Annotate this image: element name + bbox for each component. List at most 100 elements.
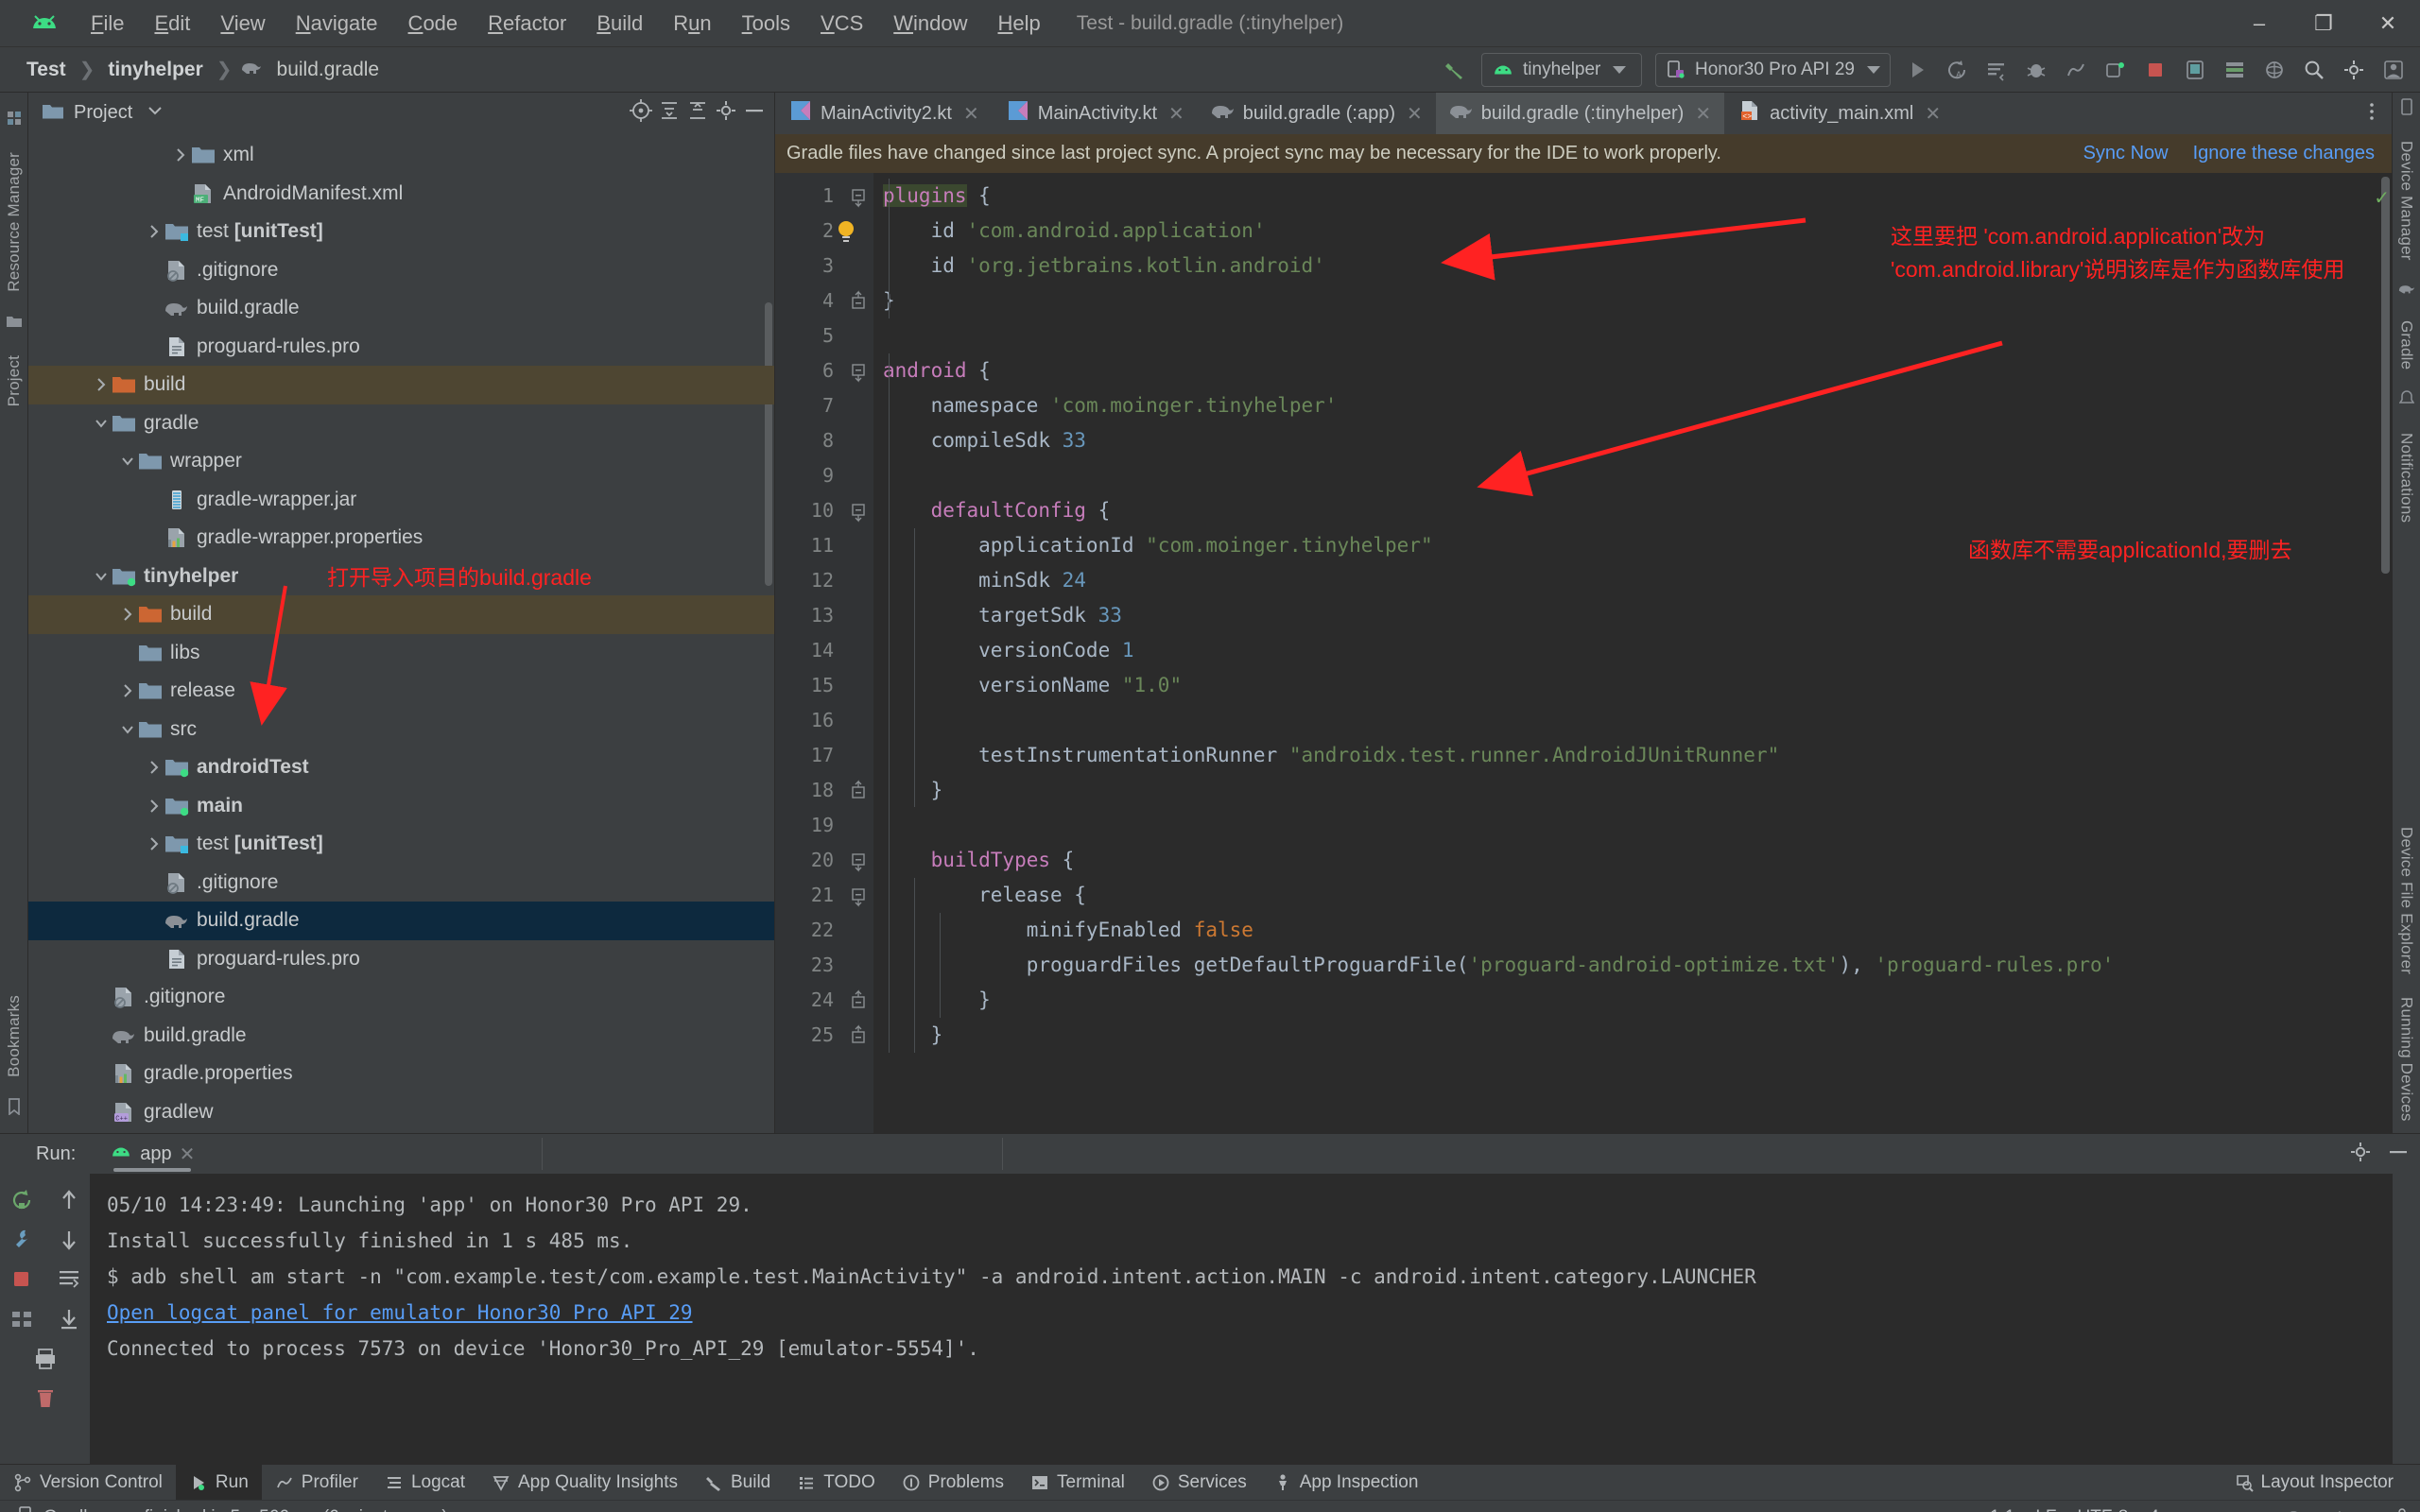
tool-window-logcat[interactable]: Logcat (372, 1465, 478, 1501)
tool-window-app-quality-insights[interactable]: App Quality Insights (478, 1465, 691, 1501)
tool-window-app-inspection[interactable]: App Inspection (1260, 1465, 1432, 1501)
chevron-right-icon[interactable] (144, 757, 164, 778)
device-selector[interactable]: Honor30 Pro API 29 (1655, 53, 1891, 87)
print-icon[interactable] (26, 1340, 64, 1378)
right-tool-rail[interactable]: Device Manager Gradle Notifications Devi… (2392, 93, 2420, 1133)
rail-label-device-file-explorer[interactable]: Device File Explorer (2397, 816, 2416, 986)
editor-tab[interactable]: MainActivity.kt ✕ (993, 93, 1198, 134)
tree-row[interactable]: xml (28, 136, 774, 175)
fold-gutter[interactable] (843, 173, 873, 1133)
apply-code-changes-icon[interactable] (1978, 51, 2015, 89)
project-icon[interactable] (6, 313, 23, 335)
event-log-icon[interactable] (15, 1505, 34, 1512)
editor-tab[interactable]: build.gradle (:tinyhelper) ✕ (1435, 93, 1725, 134)
code-line[interactable]: release { (873, 878, 2392, 913)
gear-icon[interactable] (2335, 51, 2373, 89)
apply-changes-icon[interactable]: A (1938, 51, 1976, 89)
chevron-down-icon[interactable] (91, 413, 112, 434)
tool-window-version-control[interactable]: Version Control (0, 1465, 176, 1501)
chevron-right-icon[interactable] (117, 680, 138, 701)
tool-window-problems[interactable]: Problems (889, 1465, 1017, 1501)
window-controls[interactable]: – ❐ ✕ (2227, 0, 2420, 47)
tree-row[interactable]: build (28, 366, 774, 404)
gear-icon[interactable] (2348, 1140, 2373, 1169)
more-options-icon[interactable] (2361, 101, 2382, 127)
code-line[interactable] (873, 458, 2392, 493)
tree-row[interactable]: androidTest (28, 748, 774, 787)
tree-row[interactable]: tinyhelper (28, 558, 774, 596)
chevron-right-icon[interactable] (144, 796, 164, 816)
code-line[interactable]: } (873, 284, 2392, 318)
breadcrumb-item-module[interactable]: tinyhelper (102, 57, 208, 83)
editor-tab[interactable]: MainActivity2.kt ✕ (775, 93, 993, 134)
fold-toggle-icon[interactable] (843, 353, 873, 388)
tree-row[interactable]: proguard-rules.pro (28, 940, 774, 979)
code-line[interactable]: targetSdk 33 (873, 598, 2392, 633)
rail-label-device-manager[interactable]: Device Manager (2397, 129, 2416, 272)
close-icon[interactable]: ✕ (1168, 102, 1184, 126)
status-bar-right[interactable]: 1:1 LF UTF-8 4 spaces CSDN @wu_ming12 (1990, 1506, 2411, 1512)
select-opened-file-icon[interactable] (629, 98, 653, 128)
chevron-right-icon[interactable] (144, 833, 164, 854)
hide-panel-icon[interactable] (2386, 1140, 2411, 1169)
profiler-icon[interactable] (2057, 51, 2095, 89)
code-line[interactable]: versionName "1.0" (873, 668, 2392, 703)
run-console[interactable]: 05/10 14:23:49: Launching 'app' on Honor… (90, 1174, 2392, 1464)
tool-window-services[interactable]: Services (1138, 1465, 1260, 1501)
tool-window-bar[interactable]: Version Control Run Profiler Logcat App … (0, 1464, 2420, 1501)
tree-row[interactable]: gradle (28, 404, 774, 443)
breadcrumb-item-file[interactable]: build.gradle (271, 57, 386, 83)
wrench-icon[interactable] (3, 1221, 41, 1259)
tree-row[interactable]: release (28, 672, 774, 711)
menu-item-view[interactable]: View (205, 8, 280, 40)
tree-row[interactable]: build (28, 595, 774, 634)
fold-toggle-icon[interactable] (843, 983, 873, 1018)
code-line[interactable]: } (873, 1018, 2392, 1053)
code-line[interactable]: versionCode 1 (873, 633, 2392, 668)
device-mirror-icon[interactable] (2256, 51, 2293, 89)
code-line[interactable]: buildTypes { (873, 843, 2392, 878)
tree-row[interactable]: wrapper (28, 442, 774, 481)
scroll-to-end-icon[interactable] (50, 1300, 88, 1338)
tree-row[interactable]: main (28, 787, 774, 826)
code-line[interactable]: applicationId "com.moinger.tinyhelper" (873, 528, 2392, 563)
editor-tab[interactable]: build.gradle (:app) ✕ (1198, 93, 1436, 134)
rail-label-notifications[interactable]: Notifications (2397, 421, 2416, 534)
fold-toggle-icon[interactable] (843, 493, 873, 528)
tool-window-run[interactable]: Run (175, 1464, 262, 1501)
tree-row[interactable]: src (28, 711, 774, 749)
hide-panel-icon[interactable] (742, 98, 767, 128)
code-content[interactable]: plugins { id 'com.android.application' i… (838, 173, 2392, 1133)
menu-item-tools[interactable]: Tools (727, 8, 805, 40)
rail-label-project[interactable]: Project (5, 344, 24, 418)
code-line[interactable]: proguardFiles getDefaultProguardFile('pr… (873, 948, 2392, 983)
tree-row[interactable]: gradlew.bat (28, 1131, 774, 1133)
menu-item-vcs[interactable]: VCS (805, 8, 878, 40)
fold-toggle-icon[interactable] (843, 179, 873, 214)
editor-scrollbar[interactable] (2381, 177, 2390, 574)
sync-now-link[interactable]: Sync Now (2083, 143, 2169, 164)
menu-bar[interactable]: File Edit View Navigate Code Refactor Bu… (76, 8, 1056, 40)
gradle-icon[interactable] (2398, 282, 2415, 300)
code-line[interactable]: defaultConfig { (873, 493, 2392, 528)
code-line[interactable]: id 'org.jetbrains.kotlin.android' (873, 249, 2392, 284)
run-button[interactable] (1898, 51, 1936, 89)
tool-window-layout-inspector[interactable]: Layout Inspector (2221, 1465, 2407, 1501)
toolbar-actions[interactable]: tinyhelper Honor30 Pro API 29 A (1436, 47, 2412, 93)
bookmark-icon[interactable] (7, 1098, 22, 1120)
project-panel-actions[interactable] (629, 98, 767, 128)
menu-item-build[interactable]: Build (581, 8, 658, 40)
tree-row[interactable]: MF AndroidManifest.xml (28, 175, 774, 214)
inspection-status-icon[interactable]: ✓ (2374, 186, 2390, 210)
build-hammer-icon[interactable] (1436, 51, 1474, 89)
chevron-right-icon[interactable] (144, 221, 164, 242)
close-icon[interactable]: ✕ (180, 1143, 196, 1166)
code-line[interactable]: namespace 'com.moinger.tinyhelper' (873, 388, 2392, 423)
chevron-down-icon[interactable] (91, 566, 112, 587)
run-panel-tab-app[interactable]: app ✕ (100, 1143, 204, 1172)
console-line[interactable]: Open logcat panel for emulator Honor30 P… (107, 1295, 2392, 1331)
tree-row[interactable]: test [unitTest] (28, 825, 774, 864)
gear-icon[interactable] (714, 98, 738, 128)
code-line[interactable]: } (873, 983, 2392, 1018)
code-line[interactable]: compileSdk 33 (873, 423, 2392, 458)
